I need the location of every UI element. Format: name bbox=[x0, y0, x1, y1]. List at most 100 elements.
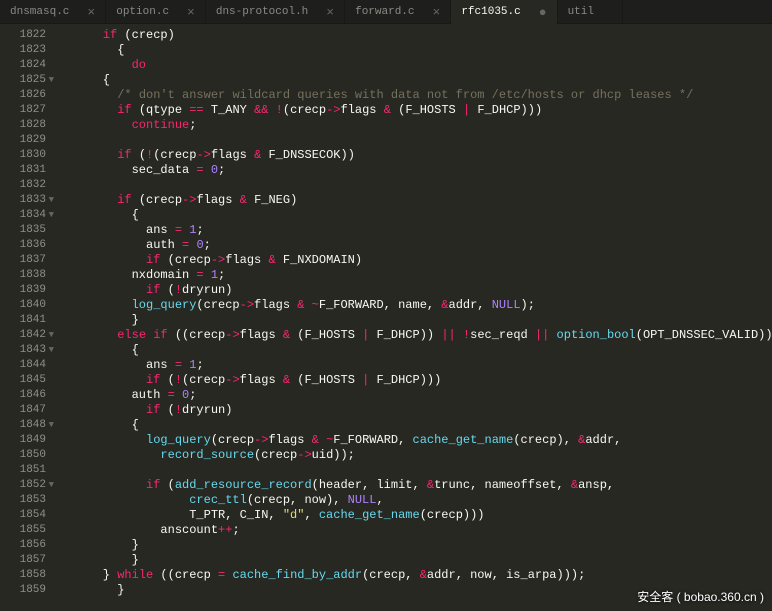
fold-indicator-icon[interactable]: ▼ bbox=[49, 208, 54, 223]
line-number: 1834▼ bbox=[0, 208, 46, 223]
line-number: 1856 bbox=[0, 538, 46, 553]
code-line: if (qtype == T_ANY && !(crecp->flags & (… bbox=[74, 103, 772, 118]
line-number: 1847 bbox=[0, 403, 46, 418]
code-line: /* don't answer wildcard queries with da… bbox=[74, 88, 772, 103]
line-number: 1857 bbox=[0, 553, 46, 568]
line-number: 1839 bbox=[0, 283, 46, 298]
fold-indicator-icon[interactable]: ▼ bbox=[49, 478, 54, 493]
tab-util[interactable]: util bbox=[558, 0, 623, 24]
line-number: 1840 bbox=[0, 298, 46, 313]
code-line: if (!(crecp->flags & (F_HOSTS | F_DHCP))… bbox=[74, 373, 772, 388]
line-number: 1838 bbox=[0, 268, 46, 283]
line-number: 1827 bbox=[0, 103, 46, 118]
line-number: 1836 bbox=[0, 238, 46, 253]
line-number: 1852▼ bbox=[0, 478, 46, 493]
code-line: { bbox=[74, 208, 772, 223]
code-line: log_query(crecp->flags & ~F_FORWARD, cac… bbox=[74, 433, 772, 448]
line-number: 1830 bbox=[0, 148, 46, 163]
fold-indicator-icon[interactable]: ▼ bbox=[49, 418, 54, 433]
line-number: 1832 bbox=[0, 178, 46, 193]
code-line: ans = 1; bbox=[74, 358, 772, 373]
code-line: crec_ttl(crecp, now), NULL, bbox=[74, 493, 772, 508]
tab-dns-protocol-h[interactable]: dns-protocol.h × bbox=[206, 0, 345, 24]
line-number: 1833▼ bbox=[0, 193, 46, 208]
line-number: 1824 bbox=[0, 58, 46, 73]
code-line: anscount++; bbox=[74, 523, 772, 538]
code-line: { bbox=[74, 418, 772, 433]
line-number: 1823 bbox=[0, 43, 46, 58]
code-line: do bbox=[74, 58, 772, 73]
tab-dnsmasq-c[interactable]: dnsmasq.c × bbox=[0, 0, 106, 24]
line-number: 1858 bbox=[0, 568, 46, 583]
code-line: auth = 0; bbox=[74, 238, 772, 253]
code-area[interactable]: if (crecp) { do { /* don't answer wildca… bbox=[56, 24, 772, 611]
code-editor: 1822182318241825▼18261827182818291830183… bbox=[0, 24, 772, 611]
code-line: nxdomain = 1; bbox=[74, 268, 772, 283]
close-icon[interactable]: ● bbox=[539, 5, 547, 20]
code-line: { bbox=[74, 343, 772, 358]
code-line: if (!(crecp->flags & F_DNSSECOK)) bbox=[74, 148, 772, 163]
line-number: 1829 bbox=[0, 133, 46, 148]
line-number: 1831 bbox=[0, 163, 46, 178]
code-line: T_PTR, C_IN, "d", cache_get_name(crecp))… bbox=[74, 508, 772, 523]
line-number: 1855 bbox=[0, 523, 46, 538]
code-line: continue; bbox=[74, 118, 772, 133]
tab-label: rfc1035.c bbox=[461, 6, 520, 18]
tab-label: dnsmasq.c bbox=[10, 6, 69, 18]
line-number: 1846 bbox=[0, 388, 46, 403]
code-line: auth = 0; bbox=[74, 388, 772, 403]
fold-indicator-icon[interactable]: ▼ bbox=[49, 193, 54, 208]
code-line bbox=[74, 463, 772, 478]
tab-rfc1035-c[interactable]: rfc1035.c ● bbox=[451, 0, 557, 24]
line-number: 1845 bbox=[0, 373, 46, 388]
close-icon[interactable]: × bbox=[87, 5, 95, 20]
tab-forward-c[interactable]: forward.c × bbox=[345, 0, 451, 24]
code-line: if (crecp->flags & F_NXDOMAIN) bbox=[74, 253, 772, 268]
close-icon[interactable]: × bbox=[433, 5, 441, 20]
line-number: 1843▼ bbox=[0, 343, 46, 358]
code-line: } while ((crecp = cache_find_by_addr(cre… bbox=[74, 568, 772, 583]
tab-bar: dnsmasq.c×option.c×dns-protocol.h×forwar… bbox=[0, 0, 772, 24]
line-number: 1859 bbox=[0, 583, 46, 598]
code-line: { bbox=[74, 43, 772, 58]
line-number: 1849 bbox=[0, 433, 46, 448]
line-number: 1841 bbox=[0, 313, 46, 328]
code-line: if (add_resource_record(header, limit, &… bbox=[74, 478, 772, 493]
code-line: } bbox=[74, 538, 772, 553]
line-number: 1842▼ bbox=[0, 328, 46, 343]
tab-label: forward.c bbox=[355, 6, 414, 18]
line-number: 1826 bbox=[0, 88, 46, 103]
line-number: 1853 bbox=[0, 493, 46, 508]
line-number: 1825▼ bbox=[0, 73, 46, 88]
tab-label: util bbox=[568, 6, 594, 18]
line-number: 1844 bbox=[0, 358, 46, 373]
tab-option-c[interactable]: option.c × bbox=[106, 0, 206, 24]
code-line: if (crecp->flags & F_NEG) bbox=[74, 193, 772, 208]
code-line bbox=[74, 178, 772, 193]
fold-indicator-icon[interactable]: ▼ bbox=[49, 343, 54, 358]
line-number: 1848▼ bbox=[0, 418, 46, 433]
line-number: 1854 bbox=[0, 508, 46, 523]
code-line: if (!dryrun) bbox=[74, 403, 772, 418]
line-number: 1835 bbox=[0, 223, 46, 238]
code-line: if (crecp) bbox=[74, 28, 772, 43]
line-number: 1828 bbox=[0, 118, 46, 133]
tab-label: dns-protocol.h bbox=[216, 6, 308, 18]
tab-label: option.c bbox=[116, 6, 169, 18]
fold-indicator-icon[interactable]: ▼ bbox=[49, 328, 54, 343]
code-line: record_source(crecp->uid)); bbox=[74, 448, 772, 463]
fold-indicator-icon[interactable]: ▼ bbox=[49, 73, 54, 88]
line-number: 1837 bbox=[0, 253, 46, 268]
line-number-gutter: 1822182318241825▼18261827182818291830183… bbox=[0, 24, 56, 611]
code-line: sec_data = 0; bbox=[74, 163, 772, 178]
line-number: 1851 bbox=[0, 463, 46, 478]
line-number: 1822 bbox=[0, 28, 46, 43]
code-line: log_query(crecp->flags & ~F_FORWARD, nam… bbox=[74, 298, 772, 313]
code-line: } bbox=[74, 313, 772, 328]
code-line bbox=[74, 133, 772, 148]
close-icon[interactable]: × bbox=[326, 5, 334, 20]
code-line: ans = 1; bbox=[74, 223, 772, 238]
close-icon[interactable]: × bbox=[187, 5, 195, 20]
code-line: { bbox=[74, 73, 772, 88]
line-number: 1850 bbox=[0, 448, 46, 463]
